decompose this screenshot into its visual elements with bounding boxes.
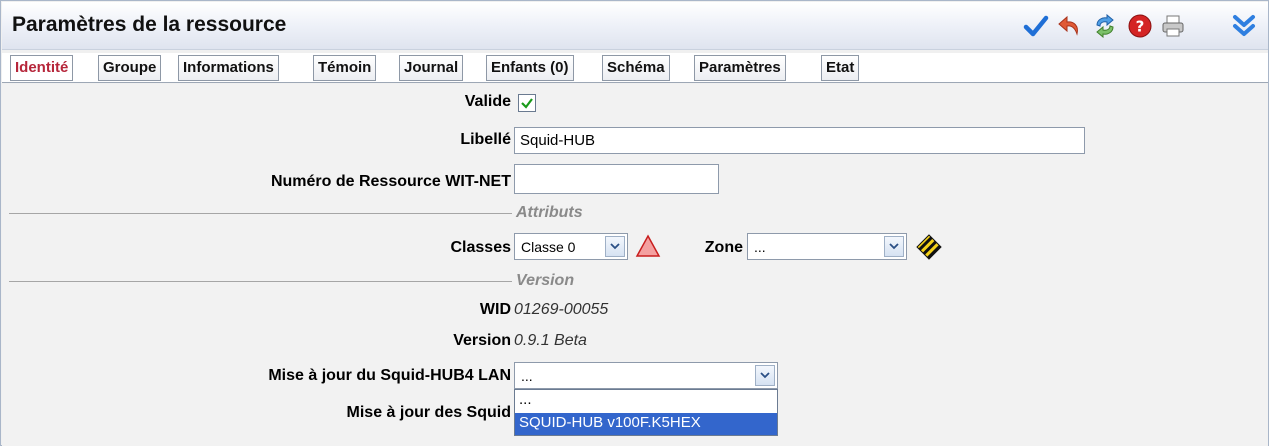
undo-icon[interactable] (1056, 12, 1084, 40)
hazard-zone-icon (916, 234, 942, 260)
maj-hub-select[interactable]: ... (514, 362, 778, 389)
version-divider (9, 281, 512, 282)
zone-label: Zone (704, 239, 743, 256)
version-value: 0.9.1 Beta (514, 332, 587, 349)
zone-value: ... (754, 239, 766, 255)
tab-identite[interactable]: Identité (10, 55, 74, 81)
numero-input[interactable] (514, 164, 719, 194)
help-icon[interactable]: ? (1126, 12, 1154, 40)
version-section-title: Version (516, 272, 575, 289)
classes-select[interactable]: Classe 0 (514, 233, 628, 260)
libelle-input[interactable]: Squid-HUB (514, 127, 1085, 154)
chevron-down-icon[interactable] (755, 365, 775, 386)
classes-value: Classe 0 (521, 239, 576, 255)
chevron-down-icon[interactable] (884, 236, 904, 257)
svg-text:?: ? (1136, 18, 1145, 36)
libelle-label: Libellé (460, 131, 511, 148)
tab-enfants[interactable]: Enfants (0) (486, 55, 574, 81)
attributs-divider (9, 213, 512, 214)
maj-hub-label: Mise à jour du Squid-HUB4 LAN (268, 367, 511, 384)
attributs-section-title: Attributs (516, 204, 583, 221)
maj-hub-dropdown-list: ... SQUID-HUB v100F.K5HEX (514, 389, 778, 436)
tab-schema[interactable]: Schéma (602, 55, 670, 81)
tab-bar: Identité Groupe Informations Témoin Jour… (2, 53, 1268, 83)
classes-label: Classes (450, 239, 512, 256)
dropdown-option-selected[interactable]: SQUID-HUB v100F.K5HEX (515, 413, 777, 435)
maj-hub-value: ... (521, 368, 533, 384)
checkmark-icon[interactable] (1022, 12, 1050, 40)
valide-label: Valide (464, 93, 511, 110)
tab-parametres[interactable]: Paramètres (694, 55, 786, 81)
resource-settings-window: Paramètres de la ressource ? Identité Gr… (0, 0, 1269, 446)
print-icon[interactable] (1159, 12, 1187, 40)
valide-checkbox[interactable] (518, 94, 536, 112)
dropdown-option[interactable]: ... (515, 390, 777, 412)
tab-temoin[interactable]: Témoin (313, 55, 377, 81)
title-bar: Paramètres de la ressource ? (2, 2, 1268, 50)
collapse-icon[interactable] (1230, 12, 1258, 40)
tab-groupe[interactable]: Groupe (98, 55, 162, 81)
zone-select[interactable]: ... (747, 233, 907, 260)
wid-value: 01269-00055 (514, 301, 609, 318)
tab-etat[interactable]: Etat (821, 55, 860, 81)
maj-squid-label: Mise à jour des Squid (346, 404, 511, 421)
version-label: Version (453, 332, 511, 349)
window-title: Paramètres de la ressource (12, 13, 287, 36)
wid-label: WID (479, 301, 511, 318)
refresh-icon[interactable] (1091, 12, 1119, 40)
warning-triangle-icon (635, 234, 661, 258)
tab-journal[interactable]: Journal (399, 55, 464, 81)
numero-label: Numéro de Ressource WIT-NET (270, 173, 511, 190)
chevron-down-icon[interactable] (605, 236, 625, 257)
tab-informations[interactable]: Informations (178, 55, 279, 81)
